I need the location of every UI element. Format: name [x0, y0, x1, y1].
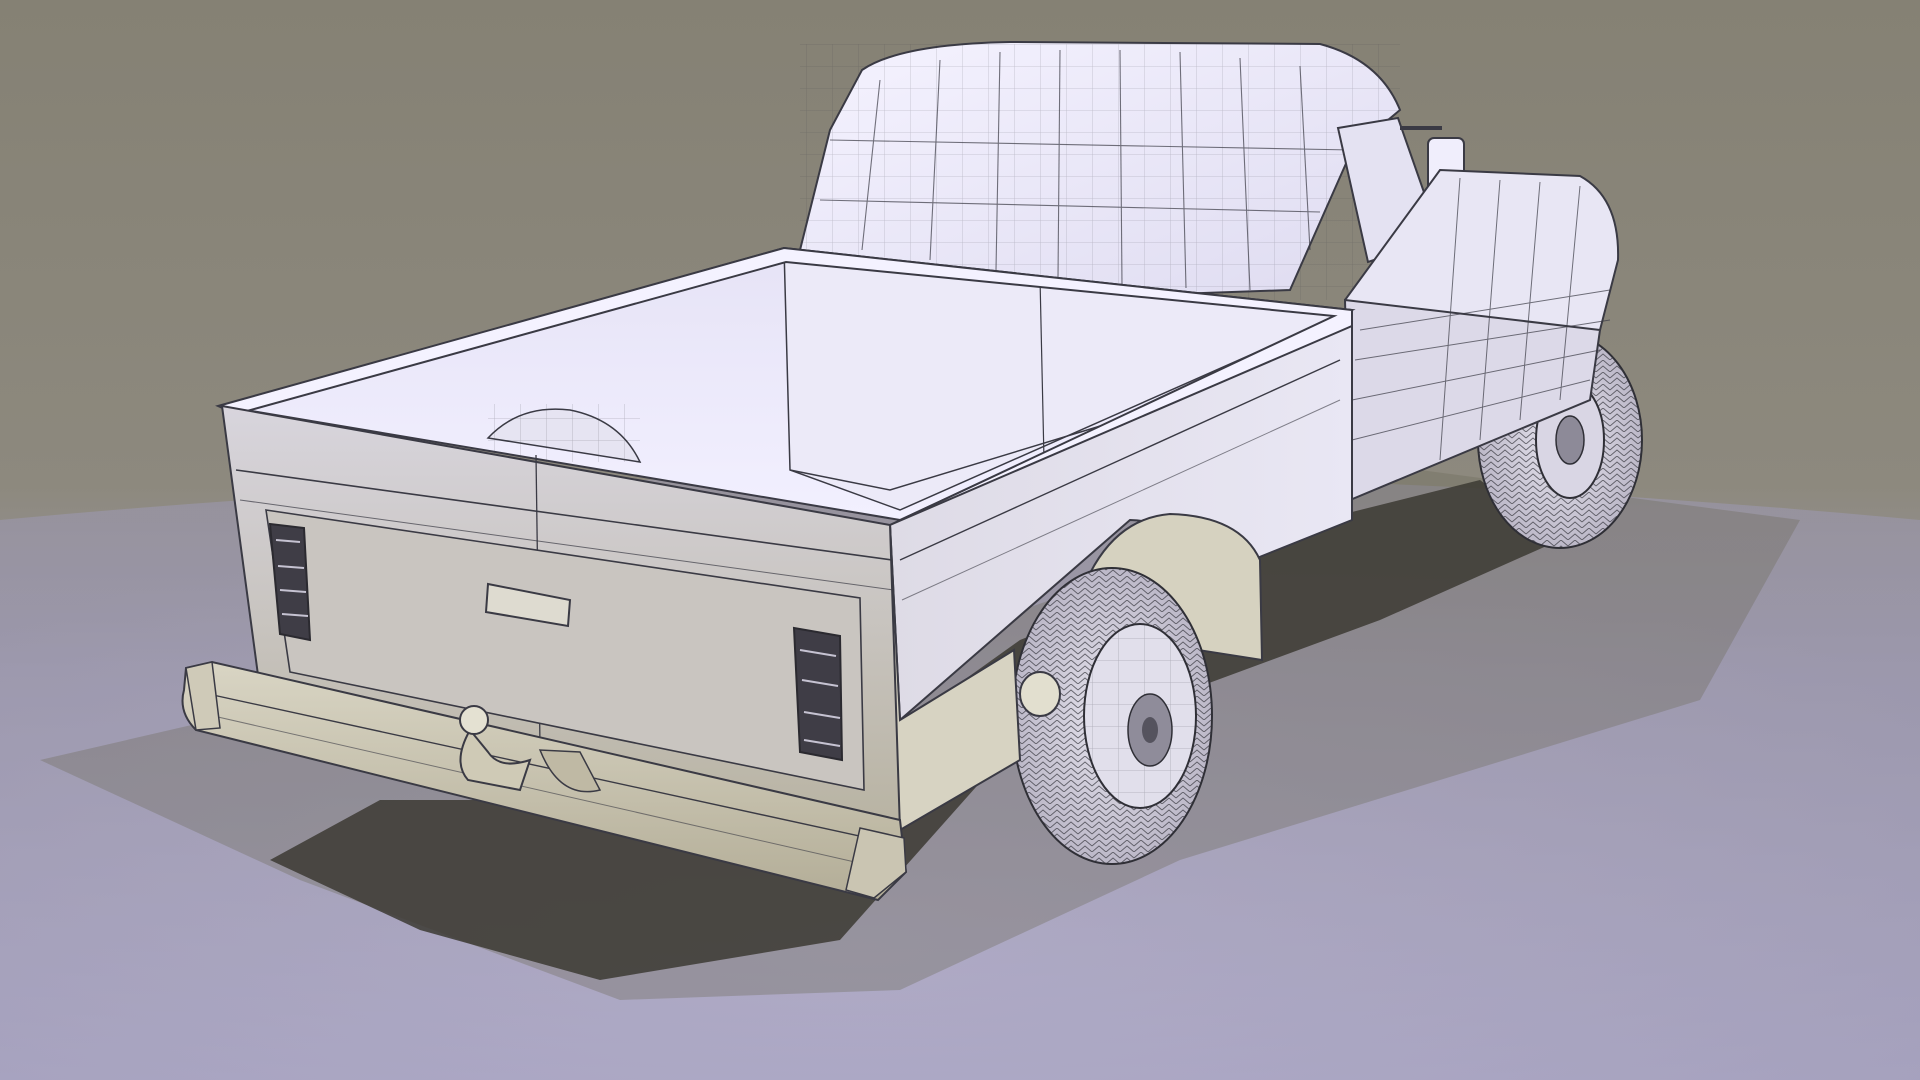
- render-viewport: [0, 0, 1920, 1080]
- side-marker-light: [1019, 671, 1061, 717]
- truck-render: [0, 0, 1920, 1080]
